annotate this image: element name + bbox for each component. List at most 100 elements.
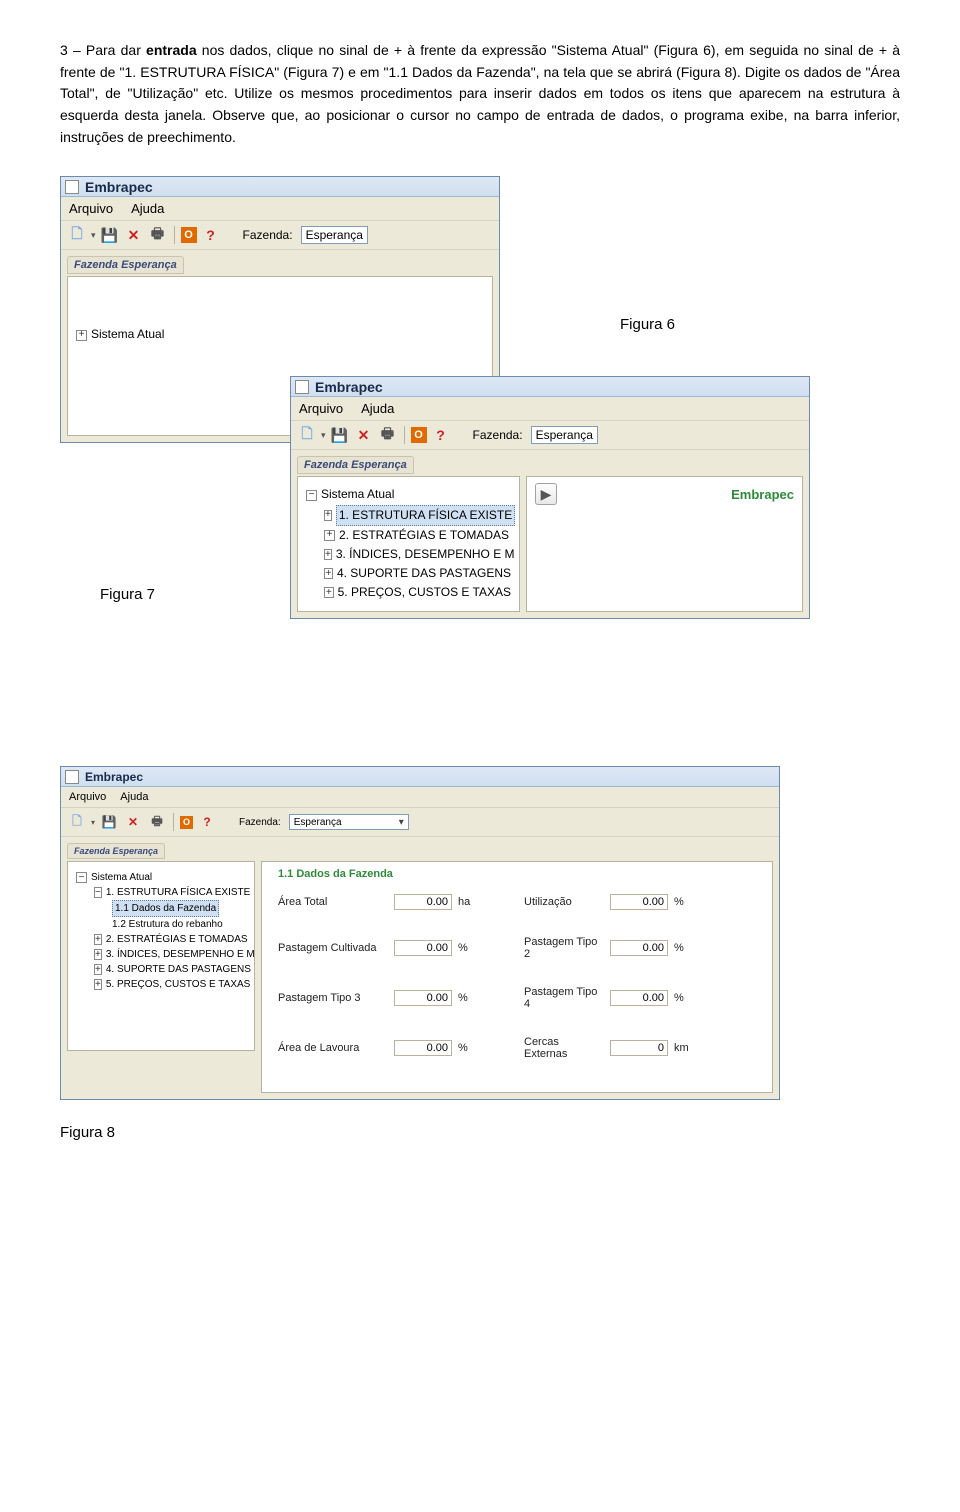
- pastagem-cultivada-input[interactable]: [394, 940, 452, 956]
- help-icon[interactable]: ?: [197, 812, 217, 832]
- titlebar[interactable]: Embrapec: [291, 377, 809, 397]
- new-icon[interactable]: 🗋: [67, 225, 87, 245]
- collapse-icon[interactable]: −: [94, 887, 102, 898]
- fazenda-combo[interactable]: Esperança: [531, 426, 598, 444]
- tree-root[interactable]: −Sistema Atual: [76, 870, 246, 885]
- menu-ajuda[interactable]: Ajuda: [120, 791, 148, 803]
- tree-node-5-label: 5. PREÇOS, CUSTOS E TAXAS: [338, 583, 511, 602]
- tree-root[interactable]: + Sistema Atual: [76, 325, 484, 344]
- help-icon[interactable]: ?: [201, 225, 221, 245]
- app-logo-icon: [65, 180, 79, 194]
- group-header: Fazenda Esperança: [67, 256, 184, 274]
- expand-icon[interactable]: +: [324, 510, 332, 521]
- instruction-paragraph: 3 – Para dar entrada nos dados, clique n…: [60, 40, 900, 148]
- expand-icon[interactable]: +: [94, 934, 102, 945]
- menu-arquivo[interactable]: Arquivo: [69, 791, 106, 803]
- area-lavoura-input[interactable]: [394, 1040, 452, 1056]
- stop-icon[interactable]: O: [411, 427, 427, 443]
- expand-icon[interactable]: +: [324, 568, 333, 579]
- delete-icon[interactable]: ✕: [124, 225, 144, 245]
- menu-ajuda[interactable]: Ajuda: [361, 401, 394, 416]
- pastagem-tipo3-label: Pastagem Tipo 3: [278, 992, 388, 1004]
- save-icon[interactable]: 💾: [330, 425, 350, 445]
- pastagem-tipo2-input[interactable]: [610, 940, 668, 956]
- pastagem-tipo2-unit: %: [674, 942, 698, 954]
- tree-node-4[interactable]: +4. SUPORTE DAS PASTAGENS: [76, 962, 246, 977]
- fazenda-combo[interactable]: Esperança: [301, 226, 368, 244]
- tree-node-3[interactable]: +3. ÍNDICES, DESEMPENHO E M: [306, 545, 511, 564]
- tree-node-1-1[interactable]: 1.1 Dados da Fazenda: [76, 900, 246, 917]
- pastagem-tipo3-unit: %: [458, 992, 482, 1004]
- chevron-down-icon: ▾: [399, 817, 404, 828]
- delete-icon[interactable]: ✕: [354, 425, 374, 445]
- form-panel: 1.1 Dados da Fazenda Área Total ha Utili…: [261, 861, 773, 1093]
- menu-ajuda[interactable]: Ajuda: [131, 201, 164, 216]
- tree-root-label: Sistema Atual: [321, 485, 394, 504]
- cercas-externas-unit: km: [674, 1042, 698, 1054]
- tree-node-1[interactable]: +1. ESTRUTURA FÍSICA EXISTE: [306, 505, 511, 526]
- expand-icon[interactable]: +: [324, 530, 335, 541]
- area-total-input[interactable]: [394, 894, 452, 910]
- collapse-icon[interactable]: −: [306, 490, 317, 501]
- form-row-2: Pastagem Cultivada % Pastagem Tipo 2 %: [278, 936, 756, 960]
- stop-icon[interactable]: O: [181, 227, 197, 243]
- new-icon[interactable]: 🗋: [297, 425, 317, 445]
- toolbar-separator: [174, 226, 175, 244]
- tree-node-1-2[interactable]: 1.2 Estrutura do rebanho: [76, 917, 246, 932]
- tree-root[interactable]: − Sistema Atual: [306, 485, 511, 504]
- tree-node-5[interactable]: +5. PREÇOS, CUSTOS E TAXAS: [306, 583, 511, 602]
- save-icon[interactable]: 💾: [99, 812, 119, 832]
- expand-icon[interactable]: +: [76, 330, 87, 341]
- area-total-label: Área Total: [278, 896, 388, 908]
- print-icon[interactable]: 🖶: [147, 812, 167, 832]
- delete-icon[interactable]: ✕: [123, 812, 143, 832]
- pastagem-tipo3-input[interactable]: [394, 990, 452, 1006]
- tree-node-4[interactable]: +4. SUPORTE DAS PASTAGENS: [306, 564, 511, 583]
- cercas-externas-input[interactable]: [610, 1040, 668, 1056]
- help-icon[interactable]: ?: [431, 425, 451, 445]
- print-icon[interactable]: 🖶: [148, 225, 168, 245]
- figure-6-caption: Figura 6: [620, 316, 675, 333]
- figure-7-window: Embrapec Arquivo Ajuda 🗋▾ 💾 ✕ 🖶 O ? Faze…: [290, 376, 810, 618]
- tree-node-2[interactable]: +2. ESTRATÉGIAS E TOMADAS: [76, 932, 246, 947]
- tree-node-3[interactable]: +3. ÍNDICES, DESEMPENHO E M: [76, 947, 246, 962]
- collapse-icon[interactable]: −: [76, 872, 87, 883]
- form-row-3: Pastagem Tipo 3 % Pastagem Tipo 4 %: [278, 986, 756, 1010]
- tree-node-5[interactable]: +5. PREÇOS, CUSTOS E TAXAS: [76, 977, 246, 992]
- menu-arquivo[interactable]: Arquivo: [69, 201, 113, 216]
- tree-node-1[interactable]: −1. ESTRUTURA FÍSICA EXISTE: [76, 885, 246, 900]
- tree-node-2[interactable]: +2. ESTRATÉGIAS E TOMADAS: [306, 526, 511, 545]
- new-icon[interactable]: 🗋: [67, 812, 87, 832]
- tree-root-label: Sistema Atual: [91, 870, 152, 885]
- para-bold: entrada: [146, 42, 197, 58]
- fazenda-value: Esperança: [294, 817, 342, 828]
- pastagem-tipo4-input[interactable]: [610, 990, 668, 1006]
- menu-arquivo[interactable]: Arquivo: [299, 401, 343, 416]
- cercas-externas-label: Cercas Externas: [524, 1036, 604, 1060]
- menubar: Arquivo Ajuda: [291, 397, 809, 420]
- titlebar[interactable]: Embrapec: [61, 177, 499, 197]
- app-title: Embrapec: [85, 179, 153, 195]
- fazenda-combo[interactable]: Esperança ▾: [289, 814, 409, 830]
- nav-forward-button[interactable]: ▶: [535, 483, 557, 505]
- pastagem-cultivada-unit: %: [458, 942, 482, 954]
- print-icon[interactable]: 🖶: [378, 425, 398, 445]
- fazenda-label: Fazenda:: [239, 817, 281, 828]
- expand-icon[interactable]: +: [94, 949, 102, 960]
- pastagem-tipo2-label: Pastagem Tipo 2: [524, 936, 604, 960]
- figure-8-caption: Figura 8: [60, 1124, 900, 1141]
- pastagem-tipo4-unit: %: [674, 992, 698, 1004]
- save-icon[interactable]: 💾: [100, 225, 120, 245]
- tree-node-1-1-label: 1.1 Dados da Fazenda: [112, 900, 219, 917]
- tree-node-1-2-label: 1.2 Estrutura do rebanho: [112, 917, 223, 932]
- utilizacao-input[interactable]: [610, 894, 668, 910]
- titlebar[interactable]: Embrapec: [61, 767, 779, 787]
- expand-icon[interactable]: +: [324, 549, 332, 560]
- expand-icon[interactable]: +: [94, 964, 102, 975]
- stop-icon[interactable]: O: [180, 816, 193, 829]
- pastagem-tipo4-label: Pastagem Tipo 4: [524, 986, 604, 1010]
- expand-icon[interactable]: +: [324, 587, 334, 598]
- toolbar-separator: [173, 813, 174, 831]
- fazenda-value: Esperança: [536, 428, 593, 442]
- expand-icon[interactable]: +: [94, 979, 102, 990]
